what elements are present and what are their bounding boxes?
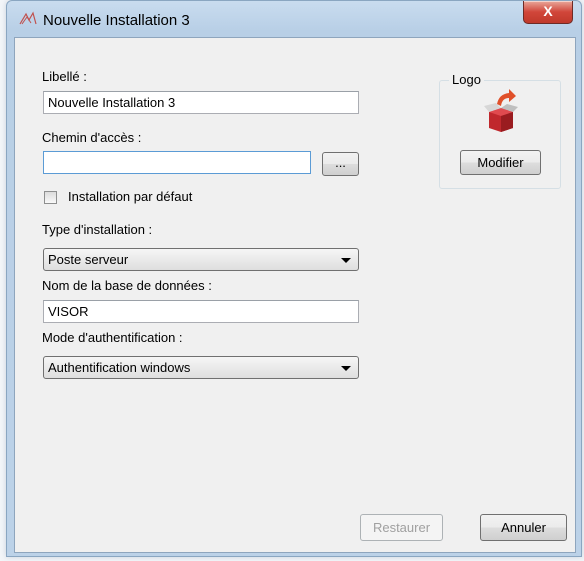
- default-install-label: Installation par défaut: [68, 189, 193, 204]
- auth-select[interactable]: Authentification windows: [43, 356, 359, 379]
- title-bar[interactable]: Nouvelle Installation 3 X: [7, 1, 581, 37]
- logo-caption: Logo: [449, 72, 484, 87]
- close-button[interactable]: X: [523, 1, 573, 24]
- open-box-arrow-icon: [484, 89, 518, 132]
- cancel-button[interactable]: Annuler: [480, 514, 567, 541]
- type-select[interactable]: Poste serveur: [43, 248, 359, 271]
- default-install-checkbox[interactable]: [44, 191, 57, 204]
- browse-button[interactable]: ...: [322, 152, 359, 176]
- db-label: Nom de la base de données :: [42, 278, 212, 293]
- db-name-input[interactable]: [43, 300, 359, 323]
- chemin-input[interactable]: [43, 151, 311, 174]
- dialog-window: Nouvelle Installation 3 X Libellé : Chem…: [6, 0, 582, 557]
- dialog-body: Libellé : Chemin d'accès : ... Installat…: [14, 37, 576, 553]
- auth-select-value: Authentification windows: [48, 360, 191, 375]
- app-logo-icon: [19, 11, 37, 25]
- libelle-label: Libellé :: [42, 69, 87, 84]
- chevron-down-icon: [341, 366, 351, 371]
- chemin-label: Chemin d'accès :: [42, 130, 142, 145]
- modify-logo-button[interactable]: Modifier: [460, 150, 541, 175]
- type-select-value: Poste serveur: [48, 252, 129, 267]
- chevron-down-icon: [341, 258, 351, 263]
- libelle-input[interactable]: [43, 91, 359, 114]
- restore-button[interactable]: Restaurer: [360, 514, 443, 541]
- auth-label: Mode d'authentification :: [42, 330, 183, 345]
- type-label: Type d'installation :: [42, 222, 153, 237]
- window-title: Nouvelle Installation 3: [43, 12, 190, 29]
